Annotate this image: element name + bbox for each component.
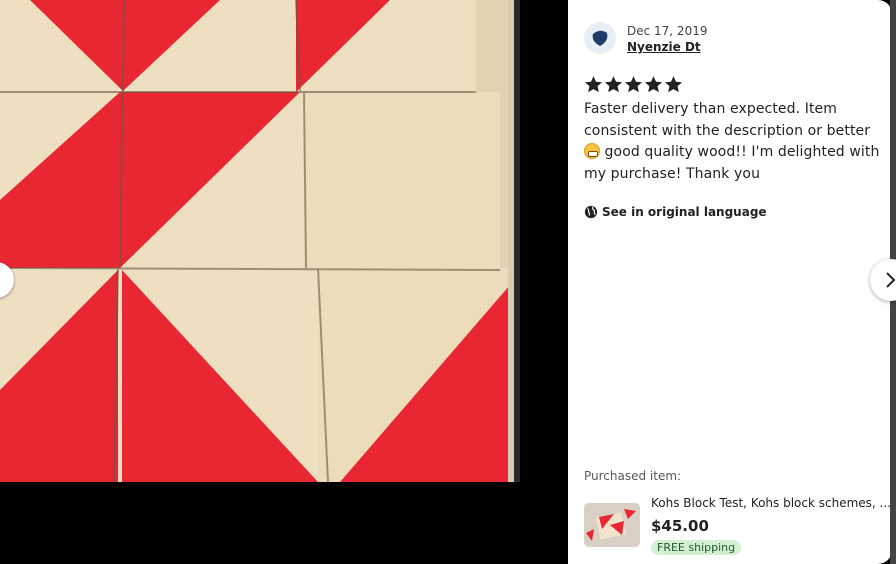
avatar[interactable] (584, 22, 616, 54)
see-original-label: See in original language (602, 205, 767, 219)
item-thumbnail-image (584, 503, 640, 547)
review-text: Faster delivery than expected. Item cons… (584, 99, 884, 185)
star-icon (644, 76, 663, 93)
star-icon (664, 76, 683, 93)
review-photo (0, 0, 510, 482)
purchased-item-price: $45.00 (651, 517, 709, 535)
purchased-item-label: Purchased item: (584, 469, 682, 483)
photo-frame-edge (508, 0, 520, 482)
globe-icon (584, 205, 598, 219)
purchased-item-thumbnail[interactable] (584, 503, 640, 547)
review-text-part1: Faster delivery than expected. Item cons… (584, 101, 871, 139)
purchased-item-title-link[interactable]: Kohs Block Test, Kohs block schemes, ... (651, 496, 891, 510)
review-panel: Dec 17, 2019 Nyenzie Dt Faster delivery … (568, 0, 892, 564)
review-photo-pane (0, 0, 568, 564)
review-date: Dec 17, 2019 (627, 24, 708, 38)
star-rating (584, 75, 683, 94)
avatar-icon (592, 30, 608, 46)
wooden-blocks-image (0, 0, 510, 482)
star-icon (584, 76, 603, 93)
free-shipping-badge: FREE shipping (651, 540, 742, 555)
star-icon (624, 76, 643, 93)
star-icon (604, 76, 623, 93)
grinning-face-icon (584, 143, 600, 159)
chevron-right-icon (886, 272, 896, 288)
reviewer-name-link[interactable]: Nyenzie Dt (627, 40, 701, 54)
see-original-language-button[interactable]: See in original language (584, 205, 767, 219)
review-text-part2: good quality wood!! I'm delighted with m… (584, 144, 880, 182)
